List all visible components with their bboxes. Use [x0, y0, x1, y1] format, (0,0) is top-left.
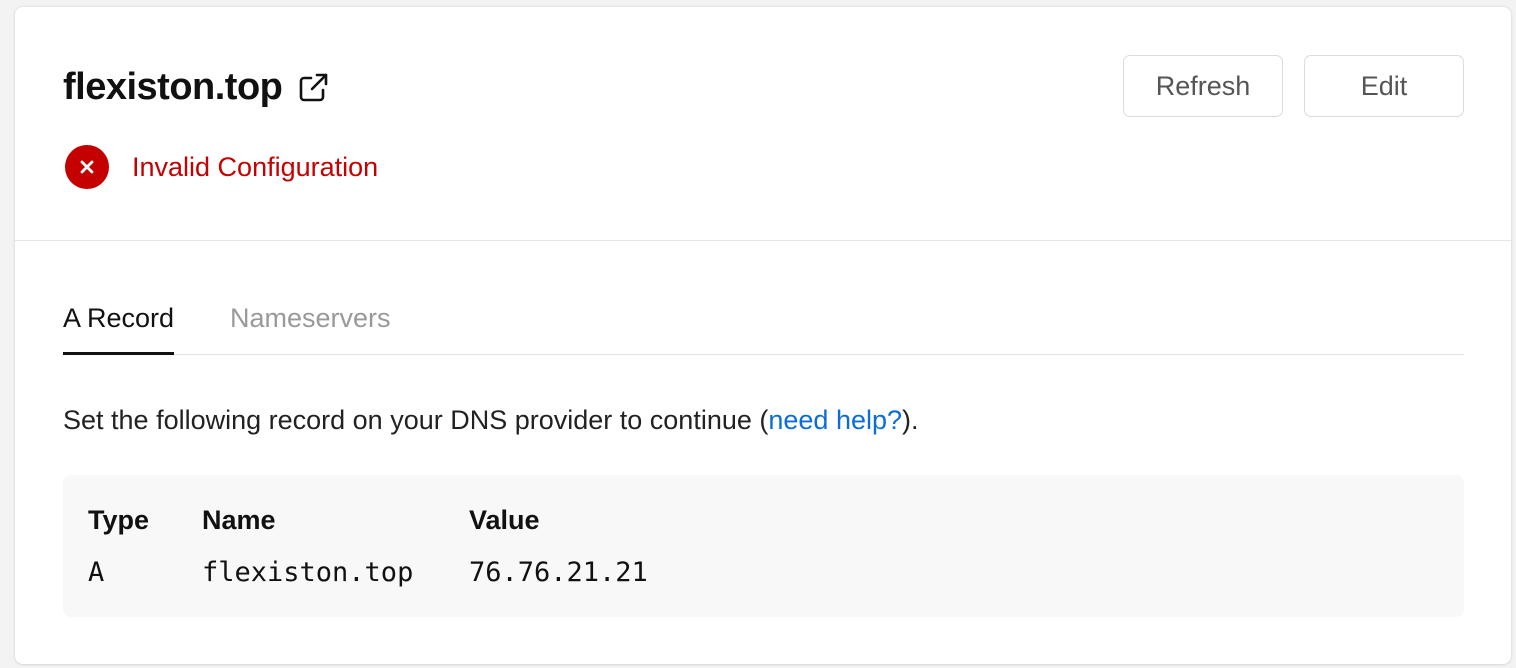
- instructions-prefix: Set the following record on your DNS pro…: [63, 405, 769, 435]
- record-type: A: [88, 557, 105, 588]
- record-tabs: A Record Nameservers: [63, 292, 1464, 355]
- edit-button[interactable]: Edit: [1304, 55, 1464, 117]
- status-text: Invalid Configuration: [132, 151, 379, 182]
- header-value: Value: [469, 505, 540, 535]
- need-help-link[interactable]: need help?: [768, 405, 902, 435]
- tab-nameservers[interactable]: Nameservers: [230, 292, 391, 354]
- dns-record-table: Type Name Value A flexiston.top 76.76.21…: [63, 475, 1464, 617]
- domain-title[interactable]: flexiston.top: [63, 63, 283, 111]
- tab-a-record[interactable]: A Record: [63, 292, 175, 355]
- record-value: 76.76.21.21: [469, 557, 648, 588]
- header-type: Type: [88, 505, 150, 535]
- external-link-icon[interactable]: [296, 71, 330, 105]
- header-name: Name: [202, 505, 276, 535]
- title-row: flexiston.top: [63, 63, 330, 111]
- domain-card: flexiston.top Invalid Configuration Refr…: [15, 7, 1511, 664]
- instructions-suffix: ).: [902, 405, 919, 435]
- error-x-icon: [65, 145, 109, 189]
- status-row: Invalid Configuration: [65, 145, 378, 189]
- record-name: flexiston.top: [202, 557, 414, 588]
- dns-instructions: Set the following record on your DNS pro…: [63, 405, 919, 436]
- domain-header: flexiston.top Invalid Configuration Refr…: [15, 7, 1511, 241]
- refresh-button[interactable]: Refresh: [1123, 55, 1283, 117]
